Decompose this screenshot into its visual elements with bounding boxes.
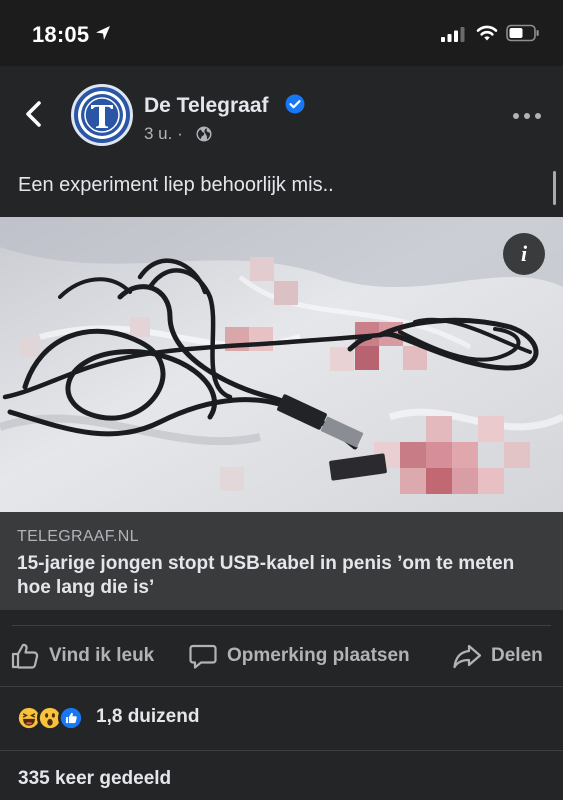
share-count[interactable]: 335 keer gedeeld bbox=[18, 768, 171, 790]
scroll-indicator bbox=[553, 171, 556, 205]
back-icon[interactable] bbox=[20, 98, 48, 130]
divider bbox=[0, 686, 563, 687]
post-header: De Telegraaf 3 u. · bbox=[0, 66, 563, 166]
comment-button[interactable]: Opmerking plaatsen bbox=[188, 640, 410, 672]
post-image[interactable] bbox=[0, 217, 563, 512]
share-button[interactable]: Delen bbox=[452, 640, 543, 672]
meta-separator: · bbox=[177, 124, 183, 143]
page-name[interactable]: De Telegraaf bbox=[144, 94, 269, 118]
page-avatar[interactable] bbox=[71, 84, 133, 146]
reaction-icons[interactable] bbox=[16, 704, 84, 732]
comment-label: Opmerking plaatsen bbox=[227, 645, 410, 666]
divider bbox=[0, 750, 563, 751]
post-text: Een experiment liep behoorlijk mis.. bbox=[18, 174, 334, 196]
comment-icon bbox=[189, 644, 217, 669]
status-bar: 18:05 bbox=[0, 0, 563, 66]
like-label: Vind ik leuk bbox=[49, 645, 155, 666]
post-meta: 3 u. · bbox=[144, 124, 183, 144]
more-icon[interactable] bbox=[512, 110, 542, 122]
location-arrow-icon bbox=[96, 26, 110, 40]
share-label: Delen bbox=[491, 645, 543, 666]
battery-icon bbox=[506, 24, 539, 42]
reaction-count[interactable]: 1,8 duizend bbox=[96, 706, 199, 728]
like-button[interactable]: Vind ik leuk bbox=[10, 640, 154, 672]
share-icon bbox=[453, 644, 482, 669]
link-domain: TELEGRAAF.NL bbox=[17, 528, 139, 545]
like-emoji-icon bbox=[58, 705, 84, 731]
signal-icon bbox=[441, 27, 465, 42]
image-illustration bbox=[0, 217, 563, 512]
wifi-icon bbox=[476, 25, 498, 41]
link-title: 15-jarige jongen stopt USB-kabel in peni… bbox=[17, 553, 515, 598]
link-preview[interactable]: TELEGRAAF.NL 15-jarige jongen stopt USB-… bbox=[0, 512, 563, 610]
info-icon[interactable]: i bbox=[503, 233, 545, 275]
post-time[interactable]: 3 u. bbox=[144, 124, 172, 143]
status-time: 18:05 bbox=[32, 22, 90, 47]
action-bar: Vind ik leuk Opmerking plaatsen Delen bbox=[0, 626, 563, 686]
globe-icon bbox=[196, 126, 212, 142]
like-icon bbox=[11, 643, 39, 669]
verified-icon bbox=[285, 94, 305, 114]
telegraaf-logo-icon bbox=[78, 91, 126, 139]
